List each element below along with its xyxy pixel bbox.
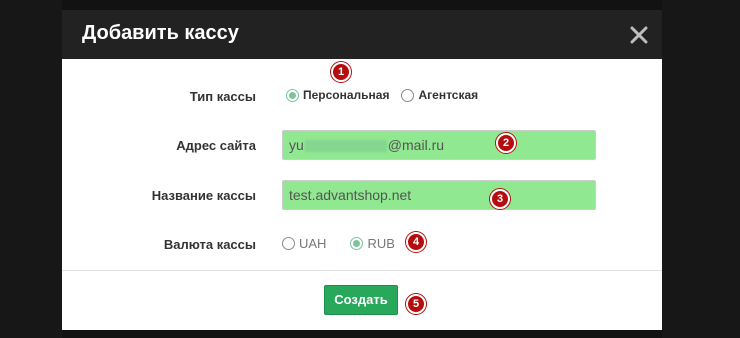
currency-label: Валюта кассы [163,237,256,252]
cash-name-label: Название кассы [151,188,256,203]
annotation-badge-2: 2 [496,133,516,153]
radio-rub-indicator[interactable] [350,237,364,250]
radio-agent[interactable]: Агентская [401,88,478,102]
radio-uah-indicator[interactable] [282,237,295,250]
annotation-badge-4: 4 [406,232,426,252]
cash-name-value: test.advantshop.net [289,187,412,203]
currency-radio-group: UAH RUB [282,236,409,251]
cash-name-input[interactable]: test.advantshop.net [282,180,596,210]
add-cash-dialog: Добавить кассу Тип кассы Персональная Аг… [62,10,662,330]
backdrop-left [0,0,62,338]
annotation-badge-5: 5 [406,294,426,314]
radio-agent-label: Агентская [418,88,479,102]
dialog-header: Добавить кассу [62,10,662,59]
site-address-value-prefix: yu [289,137,304,153]
radio-agent-indicator[interactable] [401,88,415,102]
site-address-label: Адрес сайта [176,138,256,153]
radio-personal-label: Персональная [303,88,390,102]
close-icon[interactable] [628,24,650,46]
radio-personal-indicator[interactable] [286,88,299,102]
site-address-value-suffix: @mail.ru [387,137,445,153]
radio-personal[interactable]: Персональная [286,88,389,102]
annotation-badge-1: 1 [331,62,351,82]
backdrop-right [662,0,740,338]
radio-rub[interactable]: RUB [350,236,395,251]
dialog-title: Добавить кассу [82,22,239,44]
cash-type-radio-group: Персональная Агентская [286,88,492,102]
footer-divider [62,270,662,271]
radio-rub-label: RUB [367,236,395,251]
radio-uah-label: UAH [299,236,327,251]
site-address-input[interactable]: yu @mail.ru [282,130,596,160]
radio-uah[interactable]: UAH [282,236,326,251]
annotation-badge-3: 3 [490,189,510,209]
create-button[interactable]: Создать [324,285,398,315]
cash-type-label: Тип кассы [189,89,256,104]
redacted-blur [304,140,387,153]
